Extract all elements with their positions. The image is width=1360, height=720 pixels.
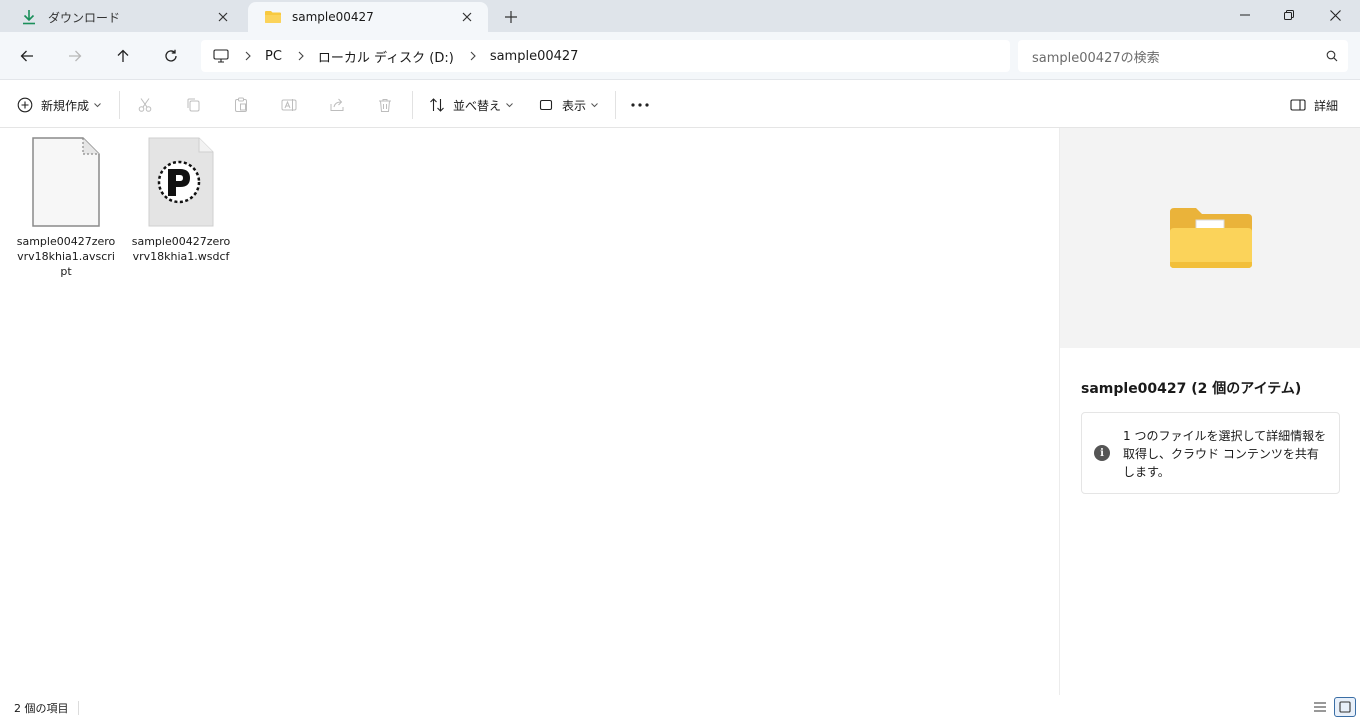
arrow-right-icon bbox=[69, 50, 82, 62]
details-title: sample00427 (2 個のアイテム) bbox=[1081, 381, 1302, 397]
delete-button[interactable] bbox=[377, 91, 393, 119]
item-count: 2 個の項目 bbox=[14, 702, 69, 715]
breadcrumb-pc[interactable]: PC bbox=[265, 49, 282, 64]
close-icon bbox=[218, 12, 228, 22]
info-card: i 1 つのファイルを選択して詳細情報を取得し、クラウド コンテンツを共有します… bbox=[1081, 412, 1340, 494]
arrow-left-icon bbox=[20, 50, 33, 62]
more-icon bbox=[631, 103, 649, 107]
chevron-down-icon bbox=[94, 101, 101, 110]
more-options-button[interactable] bbox=[631, 91, 649, 119]
file-item[interactable]: sample00427zerovrv18khia1.wsdcf bbox=[131, 136, 231, 264]
chevron-right-icon[interactable] bbox=[470, 51, 476, 61]
details-pane-button[interactable]: 詳細 bbox=[1290, 91, 1338, 119]
tiles-view-icon bbox=[1339, 701, 1351, 713]
toolbar-divider bbox=[412, 91, 413, 119]
minimize-icon bbox=[1240, 14, 1250, 16]
details-pane-icon bbox=[1290, 99, 1306, 111]
rename-icon bbox=[281, 99, 297, 111]
up-button[interactable] bbox=[108, 42, 138, 70]
tab-sample00427[interactable]: sample00427 bbox=[248, 2, 488, 32]
forward-button[interactable] bbox=[60, 42, 90, 70]
close-tab-button[interactable] bbox=[456, 6, 478, 28]
paste-button[interactable] bbox=[233, 91, 249, 119]
file-name: sample00427zerovrv18khia1.avscript bbox=[16, 235, 116, 278]
close-window-button[interactable] bbox=[1312, 0, 1358, 30]
arrow-up-icon bbox=[117, 49, 129, 62]
share-button[interactable] bbox=[329, 91, 345, 119]
cut-button[interactable] bbox=[137, 91, 153, 119]
folder-icon bbox=[1169, 208, 1252, 268]
status-divider bbox=[78, 701, 79, 715]
breadcrumb-local-disk[interactable]: ローカル ディスク (D:) bbox=[318, 47, 454, 66]
title-bar: ダウンロード sample00427 bbox=[0, 0, 1360, 32]
details-pane: sample00427 (2 個のアイテム) i 1 つのファイルを選択して詳細… bbox=[1059, 128, 1360, 695]
close-tab-button[interactable] bbox=[212, 6, 234, 28]
add-circle-icon bbox=[17, 97, 33, 113]
computer-icon[interactable] bbox=[213, 49, 229, 63]
file-item[interactable]: sample00427zerovrv18khia1.avscript bbox=[16, 136, 116, 279]
view-icon bbox=[539, 99, 553, 111]
chevron-right-icon[interactable] bbox=[298, 51, 304, 61]
details-view-button[interactable] bbox=[1309, 697, 1331, 717]
folder-icon bbox=[264, 8, 282, 26]
status-bar: 2 個の項目 bbox=[0, 695, 1360, 720]
command-bar: 新規作成 並べ替え 表示 詳細 bbox=[0, 81, 1360, 128]
plus-icon bbox=[505, 11, 517, 23]
close-icon bbox=[462, 12, 472, 22]
new-button-label: 新規作成 bbox=[41, 98, 90, 113]
folder-preview bbox=[1060, 128, 1360, 348]
back-button[interactable] bbox=[12, 42, 42, 70]
address-bar[interactable]: PC ローカル ディスク (D:) sample00427 bbox=[201, 40, 1010, 72]
toolbar-divider bbox=[615, 91, 616, 119]
chevron-right-icon[interactable] bbox=[245, 51, 251, 61]
tab-label: sample00427 bbox=[292, 10, 374, 24]
new-tab-button[interactable] bbox=[498, 4, 524, 30]
file-list-area[interactable]: sample00427zerovrv18khia1.avscript sampl… bbox=[0, 128, 1058, 695]
sort-button[interactable]: 並べ替え bbox=[429, 91, 513, 119]
new-button[interactable]: 新規作成 bbox=[17, 91, 101, 119]
tab-label: ダウンロード bbox=[48, 10, 121, 25]
view-button[interactable]: 表示 bbox=[538, 91, 598, 119]
chevron-down-icon bbox=[506, 101, 513, 110]
media-file-icon bbox=[148, 137, 214, 227]
toolbar-divider bbox=[119, 91, 120, 119]
search-placeholder: sample00427の検索 bbox=[1032, 50, 1160, 66]
share-icon bbox=[330, 98, 344, 111]
download-icon bbox=[20, 8, 38, 26]
copy-icon bbox=[187, 98, 200, 112]
view-button-label: 表示 bbox=[562, 98, 587, 113]
maximize-button[interactable] bbox=[1266, 0, 1312, 30]
sort-button-label: 並べ替え bbox=[453, 98, 502, 113]
info-icon: i bbox=[1094, 445, 1110, 461]
large-icons-view-button[interactable] bbox=[1334, 697, 1356, 717]
list-view-icon bbox=[1314, 702, 1326, 712]
copy-button[interactable] bbox=[185, 91, 201, 119]
blank-file-icon bbox=[32, 137, 100, 227]
chevron-down-icon bbox=[591, 101, 598, 110]
minimize-button[interactable] bbox=[1222, 0, 1268, 30]
refresh-button[interactable] bbox=[156, 42, 186, 70]
file-name: sample00427zerovrv18khia1.wsdcf bbox=[131, 235, 231, 263]
trash-icon bbox=[379, 99, 391, 112]
address-row: PC ローカル ディスク (D:) sample00427 sample0042… bbox=[0, 32, 1360, 80]
breadcrumb-folder[interactable]: sample00427 bbox=[490, 49, 579, 64]
rename-button[interactable] bbox=[281, 91, 297, 119]
restore-icon bbox=[1284, 10, 1294, 20]
close-icon bbox=[1329, 9, 1341, 21]
search-icon[interactable] bbox=[1326, 50, 1338, 62]
search-input[interactable]: sample00427の検索 bbox=[1018, 40, 1348, 72]
clipboard-icon bbox=[235, 97, 247, 112]
details-pane-label: 詳細 bbox=[1314, 98, 1339, 113]
info-text: 1 つのファイルを選択して詳細情報を取得し、クラウド コンテンツを共有します。 bbox=[1123, 429, 1327, 479]
sort-icon bbox=[430, 98, 444, 112]
refresh-icon bbox=[165, 49, 177, 62]
tab-downloads[interactable]: ダウンロード bbox=[4, 2, 244, 32]
scissors-icon bbox=[138, 98, 152, 112]
